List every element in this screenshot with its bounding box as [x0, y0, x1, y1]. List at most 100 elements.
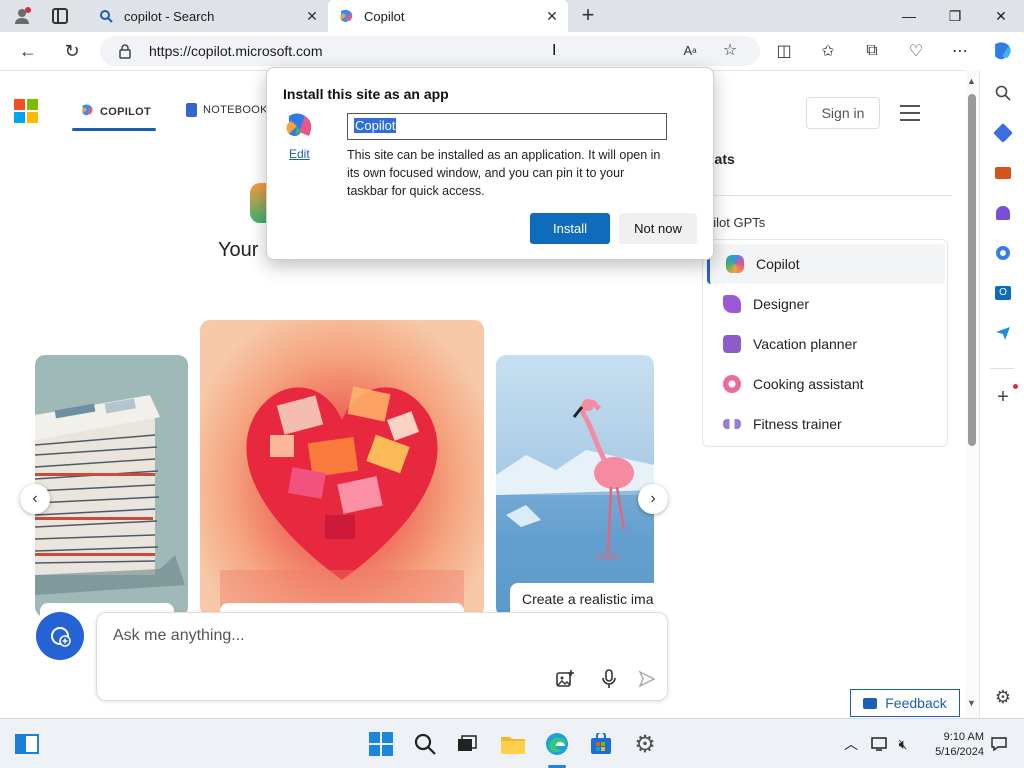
gpt-label: Cooking assistant [753, 376, 864, 392]
new-tab-icon[interactable]: + [578, 4, 598, 26]
hero-heading: Your [218, 239, 259, 261]
feedback-button[interactable]: Feedback [850, 689, 960, 717]
install-button[interactable]: Install [530, 213, 610, 244]
tab-actions-icon[interactable] [52, 8, 68, 24]
edit-icon-link[interactable]: Edit [289, 147, 310, 161]
not-now-button[interactable]: Not now [619, 213, 697, 244]
notifications-icon[interactable] [986, 731, 1012, 757]
edge-browser-icon[interactable] [544, 731, 570, 757]
gpt-item-fitness-trainer[interactable]: Fitness trainer [707, 404, 945, 444]
games-icon[interactable] [992, 202, 1014, 224]
dumbbell-icon [723, 419, 741, 429]
address-bar[interactable]: https://copilot.microsoft.com I Aa ☆ [100, 36, 760, 66]
chat-input[interactable]: Ask me anything... [96, 612, 668, 701]
network-icon[interactable] [866, 731, 892, 757]
sidebar-settings-icon[interactable]: ⚙ [992, 686, 1014, 708]
show-hidden-icons[interactable]: ︿ [838, 731, 864, 757]
carousel-card-flamingo[interactable] [496, 355, 654, 617]
close-tab-icon[interactable]: ✕ [544, 8, 560, 24]
carousel-card-newspapers[interactable] [35, 355, 188, 617]
gpt-item-vacation-planner[interactable]: Vacation planner [707, 324, 945, 364]
outlook-icon[interactable]: O [992, 282, 1014, 304]
lock-icon [118, 43, 132, 64]
tab-notebook-nav[interactable]: NOTEBOOK [186, 103, 268, 117]
nav-label: COPILOT [100, 105, 151, 118]
task-view-icon[interactable] [454, 731, 480, 757]
favorite-star-icon[interactable]: ☆ [716, 37, 744, 63]
sign-in-button[interactable]: Sign in [806, 97, 880, 129]
more-options-icon[interactable]: ⋯ [946, 38, 974, 64]
refresh-icon[interactable]: ↻ [58, 38, 86, 64]
widgets-icon[interactable] [14, 731, 40, 757]
split-screen-icon[interactable]: ◫ [770, 38, 798, 64]
newspaper-stack-image [35, 395, 185, 595]
add-sidebar-app-icon[interactable]: + [992, 386, 1014, 408]
file-explorer-icon[interactable] [500, 731, 526, 757]
microsoft-365-icon[interactable] [992, 242, 1014, 264]
app-name-input[interactable]: Copilot [347, 113, 667, 140]
add-image-icon[interactable] [553, 667, 577, 691]
tab-copilot-search[interactable]: copilot - Search ✕ [88, 0, 328, 32]
microsoft-logo-icon[interactable] [14, 99, 38, 123]
start-icon[interactable] [368, 731, 394, 757]
scroll-thumb[interactable] [968, 94, 976, 446]
system-clock[interactable]: 9:10 AM 5/16/2024 [922, 730, 984, 760]
gpt-item-designer[interactable]: Designer [707, 284, 945, 324]
microsoft-store-icon[interactable] [588, 731, 614, 757]
close-window-icon[interactable]: ✕ [978, 0, 1024, 32]
volume-muted-icon[interactable]: 🔇︎ [890, 731, 916, 757]
chat-placeholder: Ask me anything... [113, 627, 245, 644]
new-chat-icon [51, 626, 71, 647]
app-name-selected-text: Copilot [354, 118, 397, 133]
browser-essentials-icon[interactable]: ♡ [902, 38, 930, 64]
notebook-icon [186, 103, 197, 117]
gpt-label: Fitness trainer [753, 416, 842, 432]
send-icon[interactable] [635, 667, 659, 691]
dialog-title: Install this site as an app [283, 86, 449, 102]
tab-copilot-nav[interactable]: COPILOT [80, 103, 151, 120]
microphone-icon[interactable] [597, 667, 621, 691]
page-scrollbar[interactable]: ▲ ▼ [965, 70, 979, 718]
drop-icon[interactable] [992, 322, 1014, 344]
carousel-next-button[interactable]: › [638, 484, 668, 514]
designer-icon [723, 295, 741, 313]
collections-icon[interactable]: ⧉ [858, 38, 886, 64]
close-tab-icon[interactable]: ✕ [304, 8, 320, 24]
search-icon[interactable] [992, 82, 1014, 104]
tab-copilot[interactable]: Copilot ✕ [328, 0, 568, 32]
gpt-item-copilot[interactable]: Copilot [707, 244, 945, 284]
notification-dot [1013, 384, 1018, 389]
divider [706, 195, 952, 196]
nav-label: NOTEBOOK [203, 104, 268, 116]
scroll-up-icon[interactable]: ▲ [967, 76, 976, 86]
carousel-prev-button[interactable]: ‹ [20, 484, 50, 514]
copilot-gpts-heading: pilot GPTs [706, 215, 766, 230]
tab-title: copilot - Search [124, 8, 215, 24]
clock-time: 9:10 AM [943, 731, 984, 743]
feedback-label: Feedback [885, 695, 947, 711]
taskbar-search-icon[interactable] [412, 731, 438, 757]
install-app-dialog: Install this site as an app Edit Copilot… [266, 67, 714, 260]
favorites-icon[interactable]: ✩ [814, 38, 842, 64]
minimize-icon[interactable]: — [886, 0, 932, 32]
heart-painting-image [220, 386, 464, 617]
shopping-icon[interactable] [992, 122, 1014, 144]
gpt-label: Copilot [756, 256, 800, 272]
carousel-caption[interactable]: Create a realistic ima [510, 583, 654, 615]
new-topic-button[interactable] [36, 612, 84, 660]
active-tab-indicator [72, 128, 156, 131]
address-toolbar: ← ↻ https://copilot.microsoft.com I Aa ☆… [0, 32, 1024, 70]
settings-icon[interactable]: ⚙ [632, 731, 658, 758]
restore-icon[interactable]: ❐ [932, 0, 978, 32]
profile-icon[interactable] [12, 6, 32, 26]
text-cursor-icon: I [552, 42, 557, 59]
back-icon[interactable]: ← [14, 38, 42, 64]
menu-icon[interactable] [900, 105, 920, 121]
gpt-label: Designer [753, 296, 810, 312]
read-aloud-icon[interactable]: Aa [676, 37, 704, 63]
tools-icon[interactable] [992, 162, 1014, 184]
copilot-sidebar-icon[interactable] [988, 38, 1016, 64]
carousel-card-heart[interactable] [200, 320, 484, 617]
gpt-item-cooking-assistant[interactable]: Cooking assistant [707, 364, 945, 404]
scroll-down-icon[interactable]: ▼ [967, 698, 976, 708]
